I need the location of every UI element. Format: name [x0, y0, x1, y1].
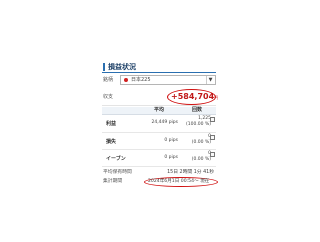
- income-row: 収支 +584,704円: [102, 89, 218, 106]
- document-icon[interactable]: [210, 152, 215, 157]
- profit-average: 24,449 pips: [151, 120, 178, 125]
- document-icon[interactable]: [210, 117, 215, 122]
- average-holding-time-value: 15日 2時間 1分 41秒: [167, 170, 214, 175]
- row-label-profit: 利益: [106, 121, 117, 127]
- panel-title: 損益状況: [108, 63, 136, 71]
- profit-status-panel: 損益状況 銘柄 日本225 ▼ 収支 +584,704円 平均 回数 利益 24…: [102, 62, 218, 187]
- symbol-select[interactable]: 日本225 ▼: [120, 75, 216, 85]
- panel-header: 損益状況: [102, 62, 216, 73]
- column-header-average: 平均: [154, 107, 165, 113]
- chevron-down-icon[interactable]: ▼: [206, 76, 214, 84]
- average-holding-time-label: 平均保有時間: [103, 170, 132, 175]
- symbol-label: 銘柄: [103, 77, 114, 83]
- income-value: +584,704円: [171, 92, 218, 103]
- table-row-profit: 利益 24,449 pips 1,225 (100.00 %): [102, 115, 216, 133]
- average-holding-time-row: 平均保有時間 15日 2時間 1分 41秒: [102, 169, 216, 177]
- income-label: 収支: [103, 94, 114, 100]
- aggregation-period-label: 集計期間: [103, 179, 123, 184]
- symbol-select-value: 日本225: [131, 77, 151, 83]
- row-label-loss: 損失: [106, 139, 117, 145]
- loss-average: 0 pips: [164, 138, 178, 143]
- even-average: 0 pips: [164, 155, 178, 160]
- document-icon[interactable]: [210, 135, 215, 140]
- column-header-count: 回数: [192, 107, 203, 113]
- income-unit: 円: [214, 95, 219, 100]
- japan-flag-icon: [124, 78, 128, 82]
- loss-percentage: (0.00 %): [191, 140, 211, 145]
- table-row-even: イーブン 0 pips 0 (0.00 %): [102, 150, 216, 167]
- table-header: 平均 回数: [102, 107, 216, 115]
- aggregation-period-row: 集計期間 2024年6月1日 00:54〜 現在: [102, 177, 218, 187]
- period-highlight-circle: 2024年6月1日 00:54〜 現在: [144, 177, 218, 187]
- aggregation-period-value: 2024年6月1日 00:54〜 現在: [148, 179, 210, 184]
- profit-percentage: (100.00 %): [186, 122, 211, 127]
- income-amount: +584,704: [171, 92, 215, 101]
- row-label-even: イーブン: [106, 156, 126, 162]
- income-highlight-circle: +584,704円: [167, 89, 218, 105]
- table-row-loss: 損失 0 pips 0 (0.00 %): [102, 133, 216, 150]
- even-percentage: (0.00 %): [191, 157, 211, 162]
- title-accent-bar: [103, 63, 105, 71]
